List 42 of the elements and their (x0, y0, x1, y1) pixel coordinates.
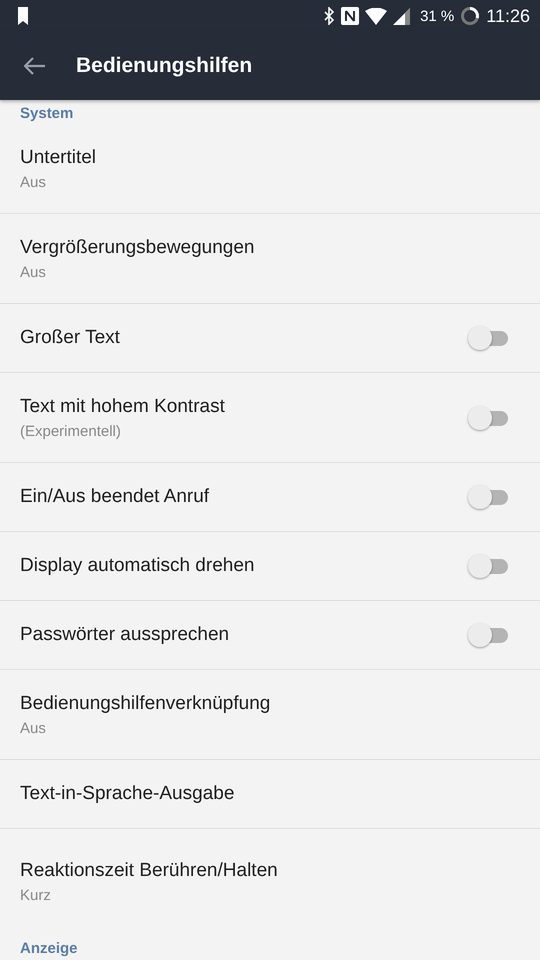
item-title: Text-in-Sprache-Ausgabe (20, 783, 234, 805)
item-title: Ein/Aus beendet Anruf (20, 486, 210, 508)
clock: 11:26 (486, 6, 530, 26)
settings-item[interactable]: Reaktionszeit Berühren/Halten Kurz (0, 829, 540, 935)
settings-item[interactable]: Bedienungshilfenverknüpfung Aus (0, 670, 540, 760)
settings-item[interactable]: Untertitel Aus (0, 125, 540, 214)
nfc-icon (341, 7, 360, 25)
section-header: Anzeige (19, 939, 79, 959)
item-summary: Kurz (20, 887, 52, 904)
item-title: Untertitel (20, 147, 96, 169)
battery-level: 31 % (420, 8, 454, 24)
item-title: Reaktionszeit Berühren/Halten (20, 860, 278, 882)
toggle-switch[interactable] (468, 404, 510, 430)
settings-item[interactable]: Vergrößerungsbewegungen Aus (0, 214, 540, 304)
bookmark-icon (17, 7, 29, 25)
toggle-switch[interactable] (468, 553, 510, 579)
settings-item[interactable]: Großer Text (0, 304, 540, 373)
item-summary: (Experimentell) (20, 422, 122, 440)
item-title: Vergrößerungsbewegungen (20, 236, 255, 258)
item-title: Passwörter aussprechen (20, 624, 230, 646)
settings-item[interactable]: Passwörter aussprechen (0, 601, 540, 670)
toggle-switch[interactable] (468, 484, 510, 510)
item-title: Display automatisch drehen (20, 555, 254, 577)
toggle-switch[interactable] (468, 325, 510, 351)
signal-icon (393, 8, 410, 24)
settings-item[interactable]: Display automatisch drehen (0, 532, 540, 601)
item-summary: Aus (20, 264, 47, 280)
settings-item[interactable]: Ein/Aus beendet Anruf (0, 463, 540, 532)
item-title: Bedienungshilfenverknüpfung (20, 692, 270, 714)
item-summary: Aus (20, 174, 47, 191)
toggle-switch[interactable] (468, 622, 510, 648)
section-header: System (19, 104, 74, 124)
settings-item[interactable]: Text mit hohem Kontrast (Experimentell) (0, 373, 540, 463)
back-arrow-icon[interactable] (24, 57, 46, 75)
item-summary: Aus (20, 720, 47, 736)
battery-ring-icon (460, 6, 480, 26)
item-title: Großer Text (20, 327, 120, 349)
settings-item[interactable]: Text-in-Sprache-Ausgabe (0, 760, 540, 829)
item-title: Text mit hohem Kontrast (20, 396, 225, 418)
screen-title: Bedienungshilfen (76, 54, 252, 78)
bluetooth-icon (323, 7, 336, 25)
wifi-icon (365, 8, 388, 24)
